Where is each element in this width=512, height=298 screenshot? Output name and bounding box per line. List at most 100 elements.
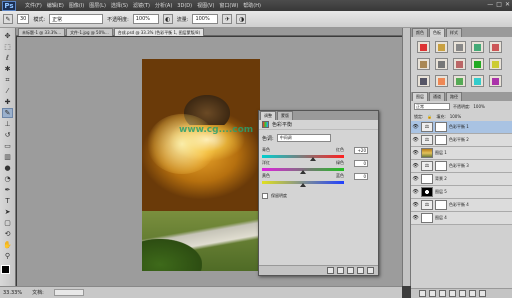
delete-icon[interactable] — [367, 267, 374, 274]
back-icon[interactable] — [327, 267, 334, 274]
brush-size-picker[interactable]: 30 — [17, 14, 30, 24]
menu-filter[interactable]: 滤镜(T) — [133, 2, 150, 9]
doc-tab-active[interactable]: 合成.psd @ 33.3% (色彩平衡 1, 图层蒙版/8) — [113, 28, 205, 36]
style-swatch[interactable] — [417, 75, 430, 87]
marquee-tool-icon[interactable]: ⬚ — [2, 42, 13, 52]
layer-row[interactable]: 👁 背景 2 — [411, 173, 512, 186]
eye-icon[interactable]: 👁 — [412, 137, 419, 143]
style-swatch[interactable] — [489, 41, 502, 53]
quick-select-tool-icon[interactable]: ✱ — [2, 64, 13, 74]
style-swatch[interactable] — [489, 75, 502, 87]
style-swatch[interactable] — [435, 75, 448, 87]
pressure-size-icon[interactable]: ◑ — [236, 14, 247, 24]
menu-edit[interactable]: 编辑(E) — [47, 2, 64, 9]
menu-select[interactable]: 选择(S) — [111, 2, 128, 9]
new-layer-icon[interactable] — [469, 290, 476, 297]
style-swatch[interactable] — [453, 58, 466, 70]
tab-color[interactable]: 颜色 — [412, 28, 428, 37]
layer-row[interactable]: 👁 ⚖ 色彩平衡 4 — [411, 199, 512, 212]
doc-tab-2[interactable]: 文件-1.jpg @ 50%... — [66, 28, 113, 36]
eraser-tool-icon[interactable]: ▭ — [2, 141, 13, 151]
menu-layer[interactable]: 图层(L) — [89, 2, 106, 9]
path-select-tool-icon[interactable]: ➤ — [2, 207, 13, 217]
dodge-tool-icon[interactable]: ◔ — [2, 174, 13, 184]
slider-track[interactable] — [262, 181, 344, 187]
close-icon[interactable]: ✕ — [505, 1, 510, 8]
minimize-icon[interactable]: — — [487, 1, 493, 8]
layer-row[interactable]: 👁 图层 5 — [411, 186, 512, 199]
style-swatch[interactable] — [417, 41, 430, 53]
style-swatch[interactable] — [489, 58, 502, 70]
slider-value[interactable]: +20 — [354, 147, 368, 154]
tab-styles[interactable]: 样式 — [446, 28, 462, 37]
blur-tool-icon[interactable]: ● — [2, 163, 13, 173]
layer-mask-thumbnail[interactable] — [435, 200, 447, 210]
fill-value[interactable]: 100% — [450, 114, 461, 119]
lock-icon[interactable]: 🔒 — [427, 114, 432, 119]
preserve-luminosity-checkbox[interactable] — [262, 193, 268, 199]
brush-tool-icon[interactable]: ✎ — [3, 14, 13, 24]
tab-paths[interactable]: 路径 — [446, 92, 462, 101]
menu-3d[interactable]: 3D(D) — [177, 3, 192, 9]
history-brush-icon[interactable]: ↺ — [2, 130, 13, 140]
3d-rotate-tool-icon[interactable]: ⟲ — [2, 229, 13, 239]
layer-mask-thumbnail[interactable] — [435, 122, 447, 132]
menu-view[interactable]: 视图(V) — [197, 2, 214, 9]
layer-row[interactable]: 👁 图层 1 — [411, 147, 512, 160]
slider-knob[interactable] — [300, 183, 306, 187]
eye-icon[interactable]: 👁 — [412, 176, 419, 182]
style-swatch[interactable] — [453, 41, 466, 53]
slider-value[interactable]: 0 — [354, 173, 368, 180]
style-swatch[interactable] — [453, 75, 466, 87]
layer-row[interactable]: 👁 ⚖ 色彩平衡 2 — [411, 134, 512, 147]
style-swatch[interactable] — [435, 58, 448, 70]
opacity-field[interactable]: 100% — [132, 14, 159, 24]
layer-row[interactable]: 👁 ⚖ 色彩平衡 3 — [411, 160, 512, 173]
eyedropper-tool-icon[interactable]: ⁄ — [2, 86, 13, 96]
tab-adjustments[interactable]: 调整 — [260, 111, 276, 120]
style-swatch[interactable] — [471, 58, 484, 70]
link-layers-icon[interactable] — [419, 290, 426, 297]
style-swatch[interactable] — [417, 58, 430, 70]
stamp-tool-icon[interactable]: ⊥ — [2, 119, 13, 129]
style-swatch[interactable] — [471, 41, 484, 53]
foreground-color[interactable] — [1, 265, 10, 274]
tone-select[interactable]: 中间调 — [276, 134, 331, 142]
blend-mode-select[interactable]: 正常 — [414, 103, 450, 110]
lasso-tool-icon[interactable]: ℓ — [2, 53, 13, 63]
zoom-level[interactable]: 33.33% — [3, 290, 22, 296]
slider-track[interactable] — [262, 168, 344, 174]
shape-tool-icon[interactable]: ▢ — [2, 218, 13, 228]
pen-tool-icon[interactable]: ✒ — [2, 185, 13, 195]
trash-icon[interactable] — [479, 290, 486, 297]
slider-value[interactable]: 0 — [354, 160, 368, 167]
eye-icon[interactable]: 👁 — [412, 124, 419, 130]
tab-layers[interactable]: 图层 — [412, 92, 428, 101]
add-mask-icon[interactable] — [439, 290, 446, 297]
hand-tool-icon[interactable]: ✋ — [2, 240, 13, 250]
brush-tool-selected-icon[interactable]: ✎ — [2, 108, 13, 118]
layer-mask-thumbnail[interactable] — [435, 135, 447, 145]
clip-layer-icon[interactable] — [337, 267, 344, 274]
layer-opacity-value[interactable]: 100% — [473, 104, 484, 109]
eye-icon[interactable]: 👁 — [412, 189, 419, 195]
move-tool-icon[interactable]: ✥ — [2, 31, 13, 41]
new-group-icon[interactable] — [459, 290, 466, 297]
gradient-tool-icon[interactable]: ▥ — [2, 152, 13, 162]
airbrush-icon[interactable]: ✈ — [222, 14, 233, 24]
zoom-tool-icon[interactable]: ⚲ — [2, 251, 13, 261]
eye-icon[interactable]: 👁 — [412, 150, 419, 156]
menu-file[interactable]: 文件(F) — [25, 2, 42, 9]
color-swatches[interactable] — [1, 265, 14, 278]
layer-mask-thumbnail[interactable] — [435, 161, 447, 171]
new-adjustment-icon[interactable] — [449, 290, 456, 297]
layer-row[interactable]: 👁 ⚖ 色彩平衡 1 — [411, 121, 512, 134]
tab-masks[interactable]: 蒙版 — [277, 111, 293, 120]
crop-tool-icon[interactable]: ⌗ — [2, 75, 13, 85]
healing-tool-icon[interactable]: ✚ — [2, 97, 13, 107]
menu-window[interactable]: 窗口(W) — [219, 2, 238, 9]
eye-icon[interactable]: 👁 — [412, 163, 419, 169]
layer-row[interactable]: 👁 图层 4 — [411, 212, 512, 225]
maximize-icon[interactable]: □ — [496, 1, 502, 8]
flow-field[interactable]: 100% — [192, 14, 219, 24]
